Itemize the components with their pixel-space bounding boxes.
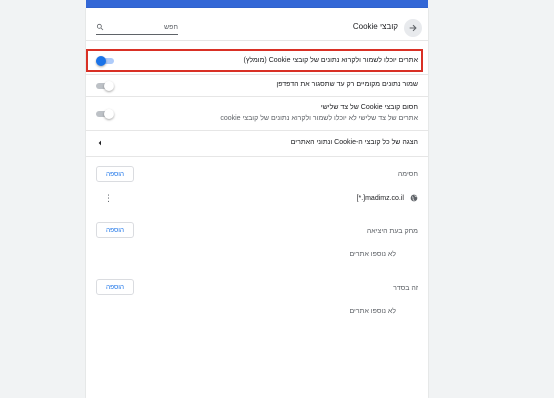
arrow-back-icon	[409, 24, 417, 32]
setting-block-third-party-sub: אתרים של צד שלישי לא יוכלו לשמור ולקרוא …	[220, 115, 418, 122]
search-placeholder: חפש	[164, 23, 178, 31]
clear-on-exit-add-button[interactable]: הוספה	[96, 222, 134, 238]
setting-clear-on-close-label: שמור נתונים מקומיים רק עד שתסגור את הדפד…	[276, 81, 418, 88]
allow-cookies-toggle[interactable]	[96, 56, 114, 66]
clear-on-close-toggle[interactable]	[96, 81, 114, 91]
search-field[interactable]: חפש	[96, 20, 178, 35]
setting-divider	[86, 74, 428, 75]
globe-icon	[410, 194, 418, 202]
allow-empty: לא נוספו אתרים	[349, 308, 396, 315]
toggle-knob	[96, 56, 106, 66]
app-top-bar	[86, 0, 428, 8]
page-title: קובצי Cookie	[352, 22, 398, 31]
header-divider	[86, 40, 428, 41]
toggle-knob	[104, 109, 114, 119]
setting-allow-cookies-label: אתרים יוכלו לשמור ולקרוא נתונים של קובצי…	[243, 57, 419, 64]
block-add-button[interactable]: הוספה	[96, 166, 134, 182]
block-third-party-toggle[interactable]	[96, 109, 114, 119]
setting-block-third-party-label: חסום קובצי Cookie של צד שלישי	[320, 104, 418, 111]
blocked-site-row: [*.]madimz.co.il	[357, 194, 418, 202]
clear-on-exit-section-title: מחק בעת היציאה	[366, 228, 418, 235]
toggle-knob	[104, 81, 114, 91]
setting-divider	[86, 96, 428, 97]
back-button[interactable]	[404, 19, 422, 37]
cookies-settings-panel: קובצי Cookie חפש אתרים יוכלו לשמור ולקרו…	[86, 8, 428, 398]
block-section-title: חסימה	[397, 171, 418, 178]
more-actions-icon[interactable]: ⋮	[104, 194, 113, 203]
all-cookies-link[interactable]: הצגה של כל קובצי ה-Cookie ונתוני האתרים	[291, 139, 418, 146]
allow-section-title: זה בסדר	[393, 285, 418, 292]
clear-on-exit-empty: לא נוספו אתרים	[349, 251, 396, 258]
chevron-left-icon[interactable]	[96, 139, 104, 147]
setting-divider	[86, 156, 428, 157]
blocked-site-url: [*.]madimz.co.il	[356, 194, 404, 202]
search-icon	[96, 23, 104, 31]
allow-add-button[interactable]: הוספה	[96, 279, 134, 295]
setting-divider	[86, 130, 428, 131]
